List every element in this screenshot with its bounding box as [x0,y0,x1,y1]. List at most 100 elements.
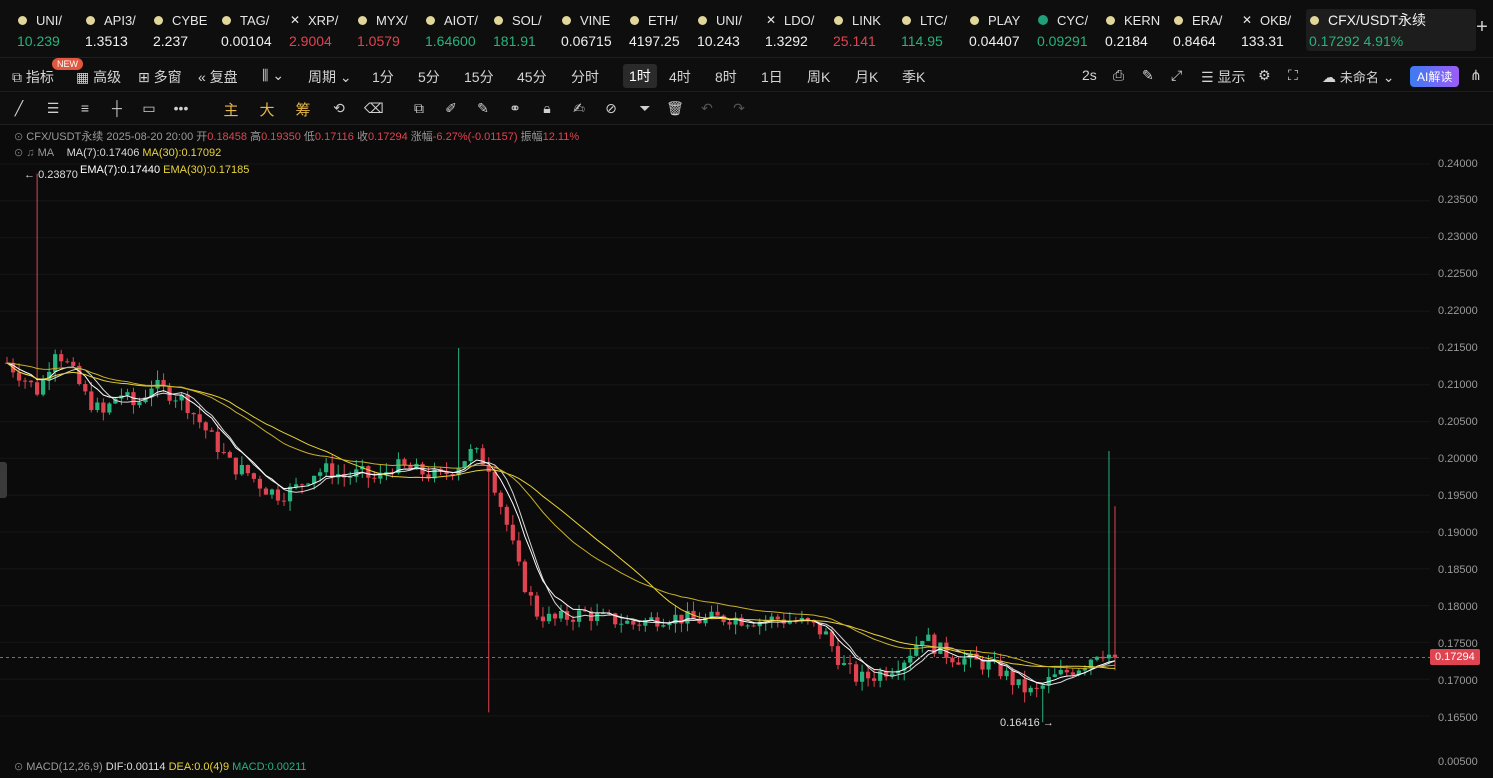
ticker-item[interactable]: SOL/181.91 [490,9,556,51]
eraser-icon[interactable]: ⌫ [364,100,384,117]
main-indicator-toggle[interactable]: 主 [222,99,240,120]
candle-body [679,614,684,624]
chart-type-button[interactable]: ⫼ ⌄ [262,67,284,84]
ema-legend: EMA(7):0.17440 EMA(30):0.17185 [80,164,249,176]
indicator-button[interactable]: ⧉ 指标 [12,67,54,87]
line-tool-icon[interactable]: ╱ [10,100,28,117]
ticker-item[interactable]: UNI/10.239 [14,9,80,51]
candle-body [835,646,841,665]
interval-3[interactable]: 45分 [517,67,547,87]
ticker-item[interactable]: PLAY 0.04407 [966,9,1032,51]
candle-body [245,465,250,474]
brush-icon[interactable]: ✐ [442,100,460,117]
filter-icon[interactable]: ⏷ [636,100,654,117]
advanced-button[interactable]: ▦ 高级 [76,67,121,87]
replay-button[interactable]: « 复盘 [198,67,238,87]
undo-icon[interactable]: ↶ [698,100,716,117]
candle-body [625,620,630,624]
channel-tool-icon[interactable]: ≡ [76,100,94,116]
candle-body [263,488,269,495]
interval-8[interactable]: 1日 [761,67,783,87]
pen-icon[interactable]: ✎ [1142,67,1154,84]
candle-body [101,402,106,413]
candle-body [95,402,100,411]
close-icon[interactable]: ✕ [1242,13,1252,27]
ticker-item[interactable]: API3/1.3513 [82,9,148,51]
collapse-icon[interactable]: ⊙ [14,131,23,143]
ticker-item[interactable]: ✕ XRP/2.9004 [286,9,352,51]
camera-icon[interactable]: ⎙ [1113,67,1124,84]
ticker-item[interactable]: LTC/114.95 [898,9,964,51]
magnet-icon[interactable]: ⟲ [330,100,348,117]
ma7-value: MA(7):0.17406 [66,147,140,159]
interval-1[interactable]: 5分 [418,67,440,87]
candle-body [221,452,226,454]
ticker-item[interactable]: ERA/0.8464 [1170,9,1236,51]
ticker-item[interactable]: ✕ OKB/133.31 [1238,9,1304,51]
interval-2[interactable]: 15分 [464,67,494,87]
more-tools-icon[interactable]: ••• [172,100,190,116]
ticker-item[interactable]: ✕ LDO/1.3292 [762,9,828,51]
interval-7[interactable]: 8时 [715,67,737,87]
bell-icon[interactable]: ⊙ [14,761,23,773]
chips-toggle[interactable]: 筹 [294,99,312,120]
expand-icon[interactable]: ⤢ [1171,67,1182,84]
refresh-rate[interactable]: 2s [1082,67,1097,83]
trash-icon[interactable]: 🗑︎ [666,100,684,117]
interval-9[interactable]: 周K [807,67,830,87]
ticker-item[interactable]: ETH/4197.25 [626,9,692,51]
interval-5[interactable]: 1时 [623,64,657,88]
display-button[interactable]: ☰ 显示 [1201,67,1245,87]
ticker-price: 2.9004 [289,33,332,49]
gear-icon[interactable]: ⚙ [1258,67,1271,84]
hide-icon[interactable]: ⊘ [602,100,620,117]
ticker-item[interactable]: TAG/0.00104 [218,9,284,51]
pencil-icon[interactable]: ✎ [474,100,492,117]
redo-icon[interactable]: ↷ [730,100,748,117]
ticker-item[interactable]: KERN 0.2184 [1102,9,1168,51]
amplitude-value: 12.11% [542,131,580,143]
period-dropdown[interactable]: 周期 ⌄ [308,67,352,87]
macd-legend: ⊙ MACD(12,26,9) DIF:0.00114 DEA:0.0(4)9 … [14,760,307,773]
copy-icon[interactable]: ⧉ [410,100,428,117]
hline-tool-icon[interactable]: ┼ [108,100,126,116]
cloud-icon: ☁ [1322,69,1336,85]
lock-icon[interactable]: 🔒︎ [538,100,556,117]
rect-tool-icon[interactable]: ▭ [140,100,158,117]
ticker-item[interactable]: LINK 25.141 [830,9,896,51]
ticker-item[interactable]: MYX/1.0579 [354,9,420,51]
coin-icon [426,15,435,25]
close-icon[interactable]: ✕ [290,13,300,27]
interval-11[interactable]: 季K [902,67,925,87]
link-icon[interactable]: ⚭ [506,100,524,117]
candle-body [281,500,287,502]
interval-6[interactable]: 4时 [669,67,691,87]
ticker-item[interactable]: CYBE 2.237 [150,9,216,51]
candle-body [1058,669,1063,675]
ticker-item[interactable]: AIOT/1.64600 [422,9,488,51]
layout-dropdown[interactable]: ☁ 未命名 ⌄ [1322,67,1395,86]
fullscreen-icon[interactable]: ⛶ [1288,67,1298,84]
ticker-item[interactable]: CYC/0.09291 [1034,9,1100,51]
ticker-item[interactable]: UNI/10.243 [694,9,760,51]
collapse-icon[interactable]: ⊙ [14,147,23,159]
share-icon[interactable]: ⋔ [1470,67,1482,84]
interval-0[interactable]: 1分 [372,67,394,87]
interval-10[interactable]: 月K [855,67,878,87]
hlines-tool-icon[interactable]: ☰ [44,100,62,117]
multi-window-button[interactable]: ⊞ 多窗 [138,67,182,87]
active-ticker[interactable]: CFX/USDT永续 0.17292 4.91% [1306,9,1476,51]
ai-explain-button[interactable]: AI解读 [1410,66,1460,87]
ticker-item[interactable]: VINE 0.06715 [558,9,624,51]
close-icon[interactable]: ✕ [766,13,776,27]
candlestick-chart[interactable] [0,126,1493,778]
interval-4[interactable]: 分时 [571,67,599,87]
side-panel-toggle[interactable] [0,462,7,498]
price-chart[interactable]: ⊙ CFX/USDT永续 2025-08-20 20:00 开0.18458 高… [0,126,1493,778]
candle-body [215,431,220,453]
bell-icon[interactable]: ♫ [26,147,34,159]
last-price-tag: 0.17294 [1430,648,1480,665]
candle-body [269,489,275,495]
big-order-toggle[interactable]: 大 [258,99,276,120]
edit-icon[interactable]: ✍ [570,100,588,117]
